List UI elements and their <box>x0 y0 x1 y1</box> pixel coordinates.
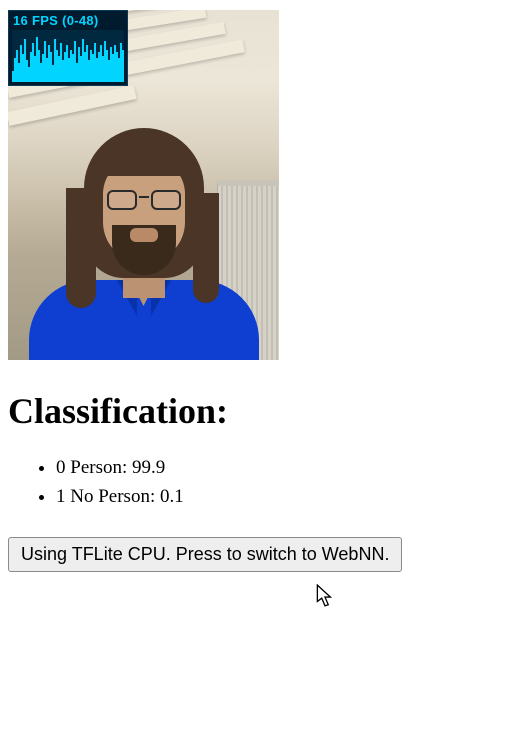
glasses <box>105 190 183 212</box>
classification-section: Classification: 0 Person: 99.9 1 No Pers… <box>8 390 506 511</box>
classification-heading: Classification: <box>8 390 506 432</box>
result-item: 1 No Person: 0.1 <box>56 483 506 512</box>
fps-overlay: 16 FPS (0-48) <box>8 10 128 86</box>
fps-bar <box>122 50 124 83</box>
result-list: 0 Person: 99.9 1 No Person: 0.1 <box>56 454 506 511</box>
fps-graph <box>12 30 124 82</box>
person-silhouette <box>44 120 244 360</box>
cursor-icon <box>316 584 334 608</box>
switch-backend-button[interactable]: Using TFLite CPU. Press to switch to Web… <box>8 537 402 572</box>
camera-container: 16 FPS (0-48) <box>8 10 279 360</box>
fps-label: 16 FPS (0-48) <box>9 11 127 31</box>
result-item: 0 Person: 99.9 <box>56 454 506 483</box>
